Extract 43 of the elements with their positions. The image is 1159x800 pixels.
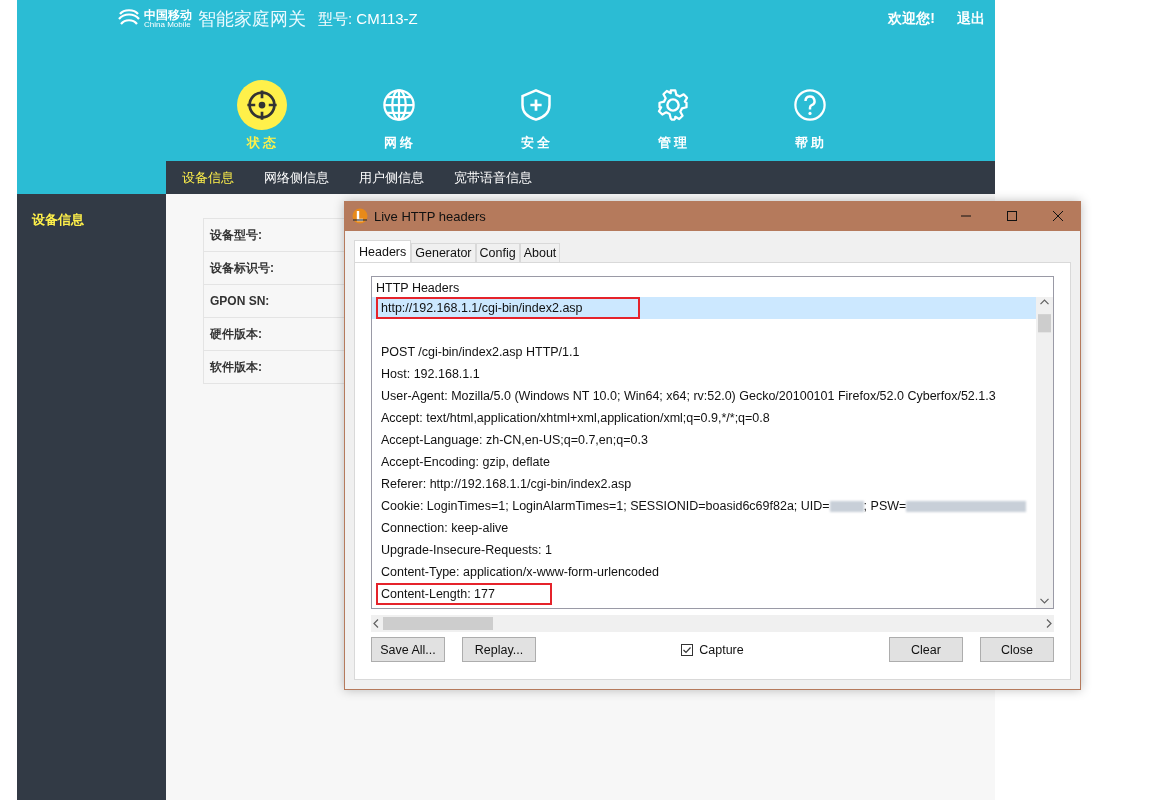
- action-button[interactable]: Close: [980, 637, 1054, 662]
- header-line: Upgrade-Insecure-Requests: 1: [380, 542, 553, 559]
- action-button[interactable]: Replay...: [462, 637, 536, 662]
- field-label: 硬件版本:: [210, 325, 262, 343]
- tab[interactable]: Generator: [411, 243, 476, 262]
- sub-tab[interactable]: 网络侧信息: [264, 168, 329, 187]
- header-line: Content-Type: application/x-www-form-urlencoded: [380, 564, 660, 581]
- group-label: HTTP Headers: [375, 280, 461, 297]
- field-label: 软件版本:: [210, 358, 262, 376]
- header-line: Accept: text/html,application/xhtml+xml,application/xml;q=0.9,*/*;q=0.8: [380, 410, 771, 427]
- model-label: 型号: CM113-Z: [318, 9, 418, 29]
- header-line: Referer: http://192.168.1.1/cgi-bin/index2.asp: [380, 476, 633, 493]
- brand-subtitle: China Mobile: [144, 21, 191, 29]
- field-label: 设备型号:: [210, 226, 262, 244]
- brand-name: 中国移动: [144, 9, 192, 21]
- horizontal-scrollbar[interactable]: [371, 615, 1054, 632]
- header-line: Host: 192.168.1.1: [380, 366, 481, 383]
- action-button[interactable]: Clear: [889, 637, 963, 662]
- sidebar-item[interactable]: 设备信息: [32, 211, 84, 229]
- header-line: User-Agent: Mozilla/5.0 (Windows NT 10.0; Win64; x64; rv:52.0) Gecko/20100101 Firefox/52.0 Cyberfox/52.1.3: [380, 388, 997, 405]
- sub-tab[interactable]: 用户侧信息: [359, 168, 424, 187]
- tab[interactable]: Config: [475, 243, 520, 262]
- welcome-text: 欢迎您!: [888, 10, 935, 28]
- maximize-icon: [1006, 210, 1018, 222]
- header-line: POST /cgi-bin/index2.asp HTTP/1.1: [380, 344, 581, 361]
- tab[interactable]: About: [519, 243, 561, 262]
- app-icon: [352, 208, 368, 224]
- header-line: Accept-Language: zh-CN,en-US;q=0.7,en;q=0.3: [380, 432, 649, 449]
- header-line: Accept-Encoding: gzip, deflate: [380, 454, 551, 471]
- field-label: GPON SN:: [210, 294, 270, 308]
- tab[interactable]: Headers: [354, 240, 412, 262]
- capture-checkbox[interactable]: Capture: [681, 642, 744, 657]
- header-line: Cookie: LoginTimes=1; LoginAlarmTimes=1; SESSIONID=boasid6c69f82a; UID= ; PSW=: [376, 495, 1032, 517]
- window-title: Live HTTP headers: [374, 208, 487, 224]
- globe-icon: [380, 87, 417, 123]
- header-line: Connection: keep-alive: [380, 520, 510, 537]
- sub-tab[interactable]: 设备信息: [182, 168, 234, 187]
- help-icon: [791, 87, 828, 123]
- action-button[interactable]: Save All...: [371, 637, 445, 662]
- product-title: 智能家庭网关: [198, 8, 306, 31]
- field-label: 设备标识号:: [210, 259, 274, 277]
- sub-tab[interactable]: 宽带语音信息: [454, 168, 532, 187]
- close-icon: [1052, 210, 1064, 222]
